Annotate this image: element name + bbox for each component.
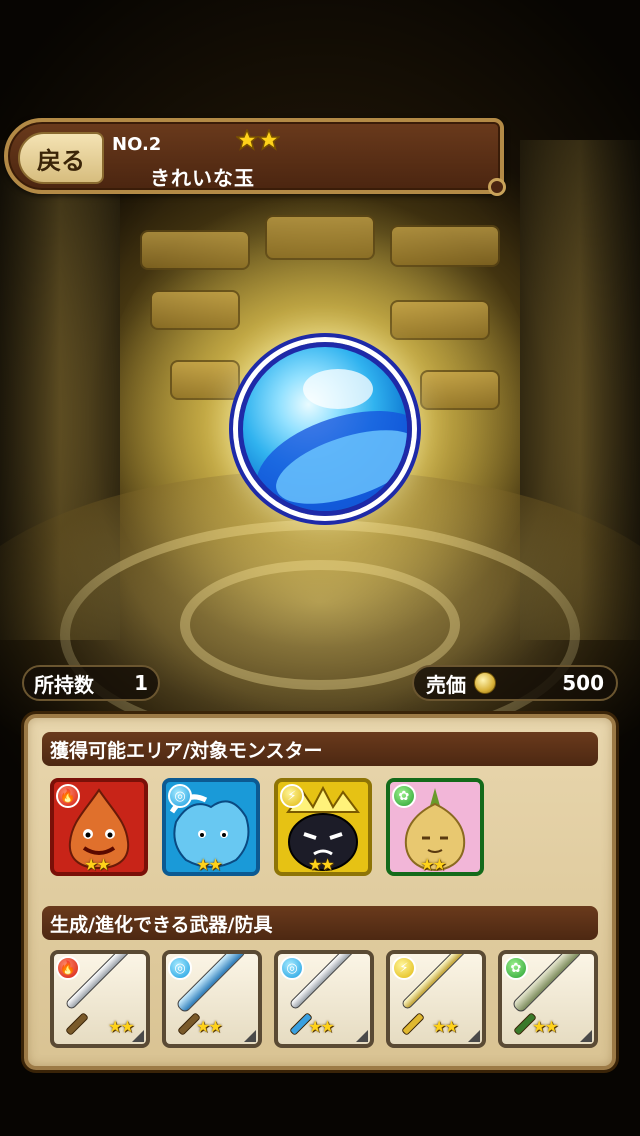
water-attribute-icon: ◎: [168, 956, 192, 980]
areas-section-title: 獲得可能エリア/対象モンスター: [42, 732, 598, 766]
pointer-triangle: [207, 872, 223, 876]
coin-icon: [474, 672, 496, 694]
monster-card-thunder[interactable]: ⚡ ★★: [274, 778, 372, 876]
weapon-card-water-1[interactable]: ◎ ★★: [162, 950, 262, 1048]
sell-price: 売価 500: [412, 665, 618, 701]
weapon-rarity: ★★: [532, 1017, 559, 1036]
owned-value: 1: [134, 671, 148, 695]
owned-label: 所持数: [34, 672, 94, 697]
fire-attribute-icon: 🔥: [56, 956, 80, 980]
pointer-triangle: [319, 872, 335, 876]
card-corner: [356, 1030, 368, 1042]
blue-orb-image: [238, 342, 412, 516]
weapon-rarity: ★★: [308, 1017, 335, 1036]
sword-hilt: [400, 1011, 426, 1037]
pointer-triangle: [431, 872, 447, 876]
weapon-card-thunder[interactable]: ⚡ ★★: [386, 950, 486, 1048]
wood-attribute-icon: ✿: [392, 784, 416, 808]
water-attribute-icon: ◎: [168, 784, 192, 808]
fire-attribute-icon: 🔥: [56, 784, 80, 808]
wood-attribute-icon: ✿: [504, 956, 528, 980]
weapon-card-water-2[interactable]: ◎ ★★: [274, 950, 374, 1048]
thunder-attribute-icon: ⚡: [392, 956, 416, 980]
weapon-rarity: ★★: [432, 1017, 459, 1036]
orb-highlight: [303, 369, 373, 409]
decorative-curl: [488, 178, 506, 196]
weapon-rarity: ★★: [108, 1017, 135, 1036]
item-name: きれいな玉: [150, 166, 255, 190]
card-corner: [580, 1030, 592, 1042]
pointer-triangle: [95, 872, 111, 876]
weapon-card-fire[interactable]: 🔥 ★★: [50, 950, 150, 1048]
water-attribute-icon: ◎: [280, 956, 304, 980]
card-corner: [244, 1030, 256, 1042]
card-corner: [132, 1030, 144, 1042]
sword-hilt: [64, 1011, 90, 1037]
price-label: 売価: [426, 672, 466, 697]
thunder-attribute-icon: ⚡: [280, 784, 304, 808]
weapons-section-title: 生成/進化できる武器/防具: [42, 906, 598, 940]
info-panel: 獲得可能エリア/対象モンスター 🔥 ★★ ◎ ★★ ⚡ ★★ ✿ ★★ 生成/進…: [24, 714, 616, 1070]
card-corner: [468, 1030, 480, 1042]
price-value: 500: [562, 671, 604, 695]
monster-card-water[interactable]: ◎ ★★: [162, 778, 260, 876]
weapon-rarity: ★★: [196, 1017, 223, 1036]
monster-card-wood[interactable]: ✿ ★★: [386, 778, 484, 876]
monster-card-fire[interactable]: 🔥 ★★: [50, 778, 148, 876]
owned-count: 所持数 1: [22, 665, 160, 701]
back-button[interactable]: 戻る: [18, 132, 104, 184]
rarity-stars: [236, 129, 280, 151]
item-header: 戻る NO.2 きれいな玉: [4, 118, 506, 196]
weapon-card-wood[interactable]: ✿ ★★: [498, 950, 598, 1048]
item-number: NO.2: [112, 134, 162, 155]
